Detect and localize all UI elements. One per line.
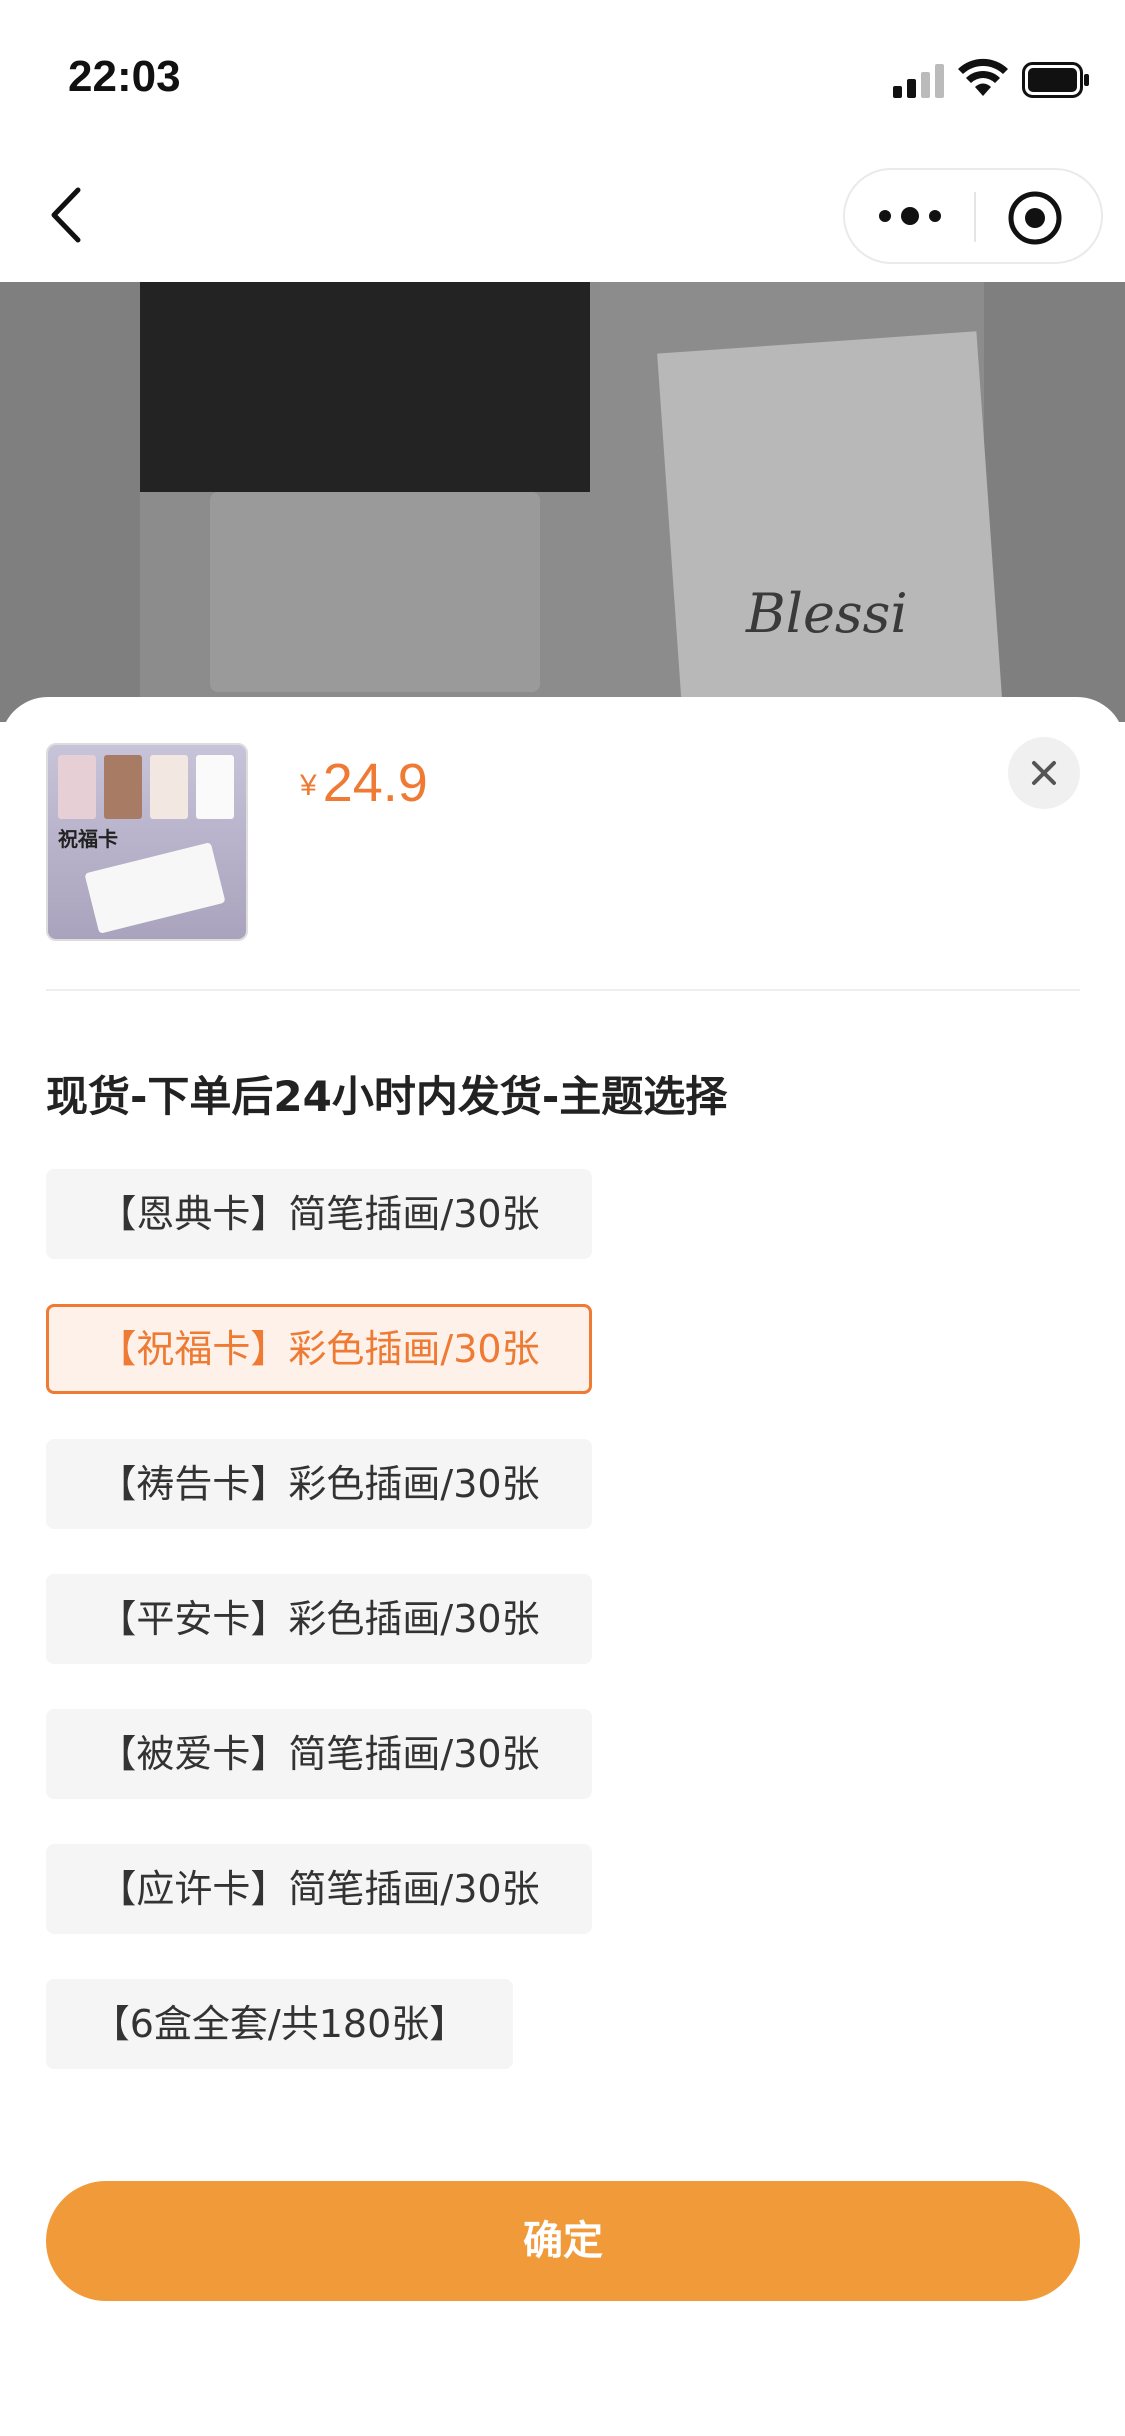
more-icon[interactable]	[865, 188, 955, 244]
keyboard-shape	[140, 282, 590, 492]
thumb-box	[84, 842, 226, 934]
nav-bar	[0, 150, 1125, 282]
close-icon	[1032, 761, 1056, 785]
spec-group-title: 现货-下单后24小时内发货-主题选择	[46, 1072, 728, 1121]
price-value: 24.9	[322, 753, 428, 813]
option-full-set[interactable]: 【6盒全套/共180张】	[46, 1979, 513, 2069]
hero-lettering: Blessi	[746, 582, 908, 645]
option-yingxu-card[interactable]: 【应许卡】简笔插画/30张	[46, 1844, 592, 1934]
capsule-divider	[974, 192, 976, 242]
thumb-card	[104, 755, 142, 819]
product-thumbnail: 祝福卡	[46, 743, 248, 941]
signal-icon	[893, 64, 944, 98]
option-daogao-card[interactable]: 【祷告卡】彩色插画/30张	[46, 1439, 592, 1529]
thumb-card	[58, 755, 96, 819]
option-zhufu-card[interactable]: 【祝福卡】彩色插画/30张	[46, 1304, 592, 1394]
option-pingan-card[interactable]: 【平安卡】彩色插画/30张	[46, 1574, 592, 1664]
option-enchen-card[interactable]: 【恩典卡】简笔插画/30张	[46, 1169, 592, 1259]
thumb-card	[150, 755, 188, 819]
wifi-icon	[958, 58, 1008, 96]
thumb-card	[196, 755, 234, 819]
confirm-button[interactable]: 确定	[46, 2181, 1080, 2301]
price: ¥24.9	[300, 752, 428, 814]
status-bar: 22:03	[0, 0, 1125, 150]
status-time: 22:03	[68, 52, 181, 101]
mini-program-capsule	[843, 168, 1103, 264]
thumbnail-title: 祝福卡	[58, 827, 118, 851]
option-beiai-card[interactable]: 【被爱卡】简笔插画/30张	[46, 1709, 592, 1799]
product-photo: Blessi	[0, 282, 1125, 722]
close-program-icon[interactable]	[1005, 188, 1065, 248]
card-box-image	[657, 331, 1003, 722]
sku-sheet: 祝福卡 ¥24.9 现货-下单后24小时内发货-主题选择 【恩典卡】简笔插画/3…	[0, 697, 1125, 2436]
back-icon[interactable]	[40, 180, 100, 250]
currency-symbol: ¥	[300, 769, 317, 802]
trackpad-shape	[210, 492, 540, 692]
divider	[46, 989, 1080, 991]
battery-icon	[1022, 62, 1089, 98]
laptop-image	[140, 282, 750, 722]
close-button[interactable]	[1008, 737, 1080, 809]
product-photo-image	[140, 282, 1003, 722]
